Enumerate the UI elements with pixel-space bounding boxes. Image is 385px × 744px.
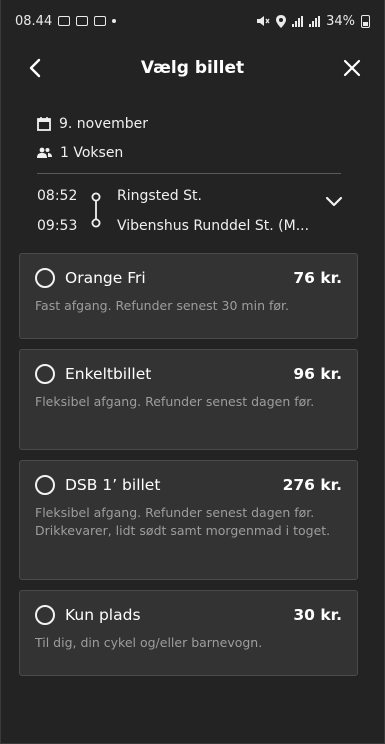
signal-icon — [292, 15, 304, 27]
ticket-title-group: Kun plads — [35, 605, 141, 625]
trip-date: 9. november — [37, 116, 148, 132]
chevron-left-icon — [29, 58, 41, 78]
close-button[interactable] — [336, 52, 368, 84]
ticket-price: 76 kr. — [293, 269, 342, 287]
ticket-name: Enkeltbillet — [65, 365, 152, 383]
header: Vælg billet — [1, 46, 384, 90]
ticket-header: Kun plads 30 kr. — [35, 605, 342, 625]
ticket-name: Orange Fri — [65, 269, 146, 287]
trip-passengers: 1 Voksen — [37, 145, 123, 161]
ticket-radio[interactable] — [35, 605, 55, 625]
ticket-radio[interactable] — [35, 268, 55, 288]
divider — [37, 173, 341, 174]
route-line-icon — [91, 192, 101, 228]
status-time: 08.44 — [15, 13, 53, 29]
message-notification-icon — [76, 16, 89, 26]
mail-notification-icon — [94, 16, 107, 26]
ticket-radio[interactable] — [35, 364, 55, 384]
ticket-description: Fleksibel afgang. Refunder senest dagen … — [35, 394, 315, 409]
ticket-title-group: DSB 1’ billet — [35, 475, 160, 495]
ticket-option-enkeltbillet[interactable]: Enkeltbillet 96 kr. Fleksibel afgang. Re… — [19, 349, 358, 450]
ticket-description: Til dig, din cykel og/eller barnevogn. — [35, 635, 263, 650]
ticket-price: 30 kr. — [293, 606, 342, 624]
departure-time: 08:52 — [37, 188, 78, 204]
departure-station: Ringsted St. — [117, 188, 202, 204]
close-icon — [343, 59, 361, 77]
trip-date-label: 9. november — [59, 116, 149, 132]
ticket-option-kun-plads[interactable]: Kun plads 30 kr. Til dig, din cykel og/e… — [19, 590, 358, 676]
ticket-option-dsb-1-billet[interactable]: DSB 1’ billet 276 kr. Fleksibel afgang. … — [19, 460, 358, 580]
ticket-radio[interactable] — [35, 475, 55, 495]
ticket-price: 276 kr. — [282, 476, 342, 494]
trip-passengers-label: 1 Voksen — [60, 145, 124, 161]
status-bar: 08.44 34% — [1, 0, 384, 42]
ticket-description: Fast afgang. Refunder senest 30 min før. — [35, 298, 289, 313]
ticket-name: DSB 1’ billet — [65, 476, 161, 494]
location-icon — [276, 14, 287, 28]
back-button[interactable] — [19, 52, 51, 84]
chevron-down-icon — [325, 196, 343, 207]
ticket-title-group: Orange Fri — [35, 268, 146, 288]
ticket-description: Fleksibel afgang. Refunder senest dagen … — [35, 505, 331, 538]
ticket-header: Enkeltbillet 96 kr. — [35, 364, 342, 384]
calendar-icon — [37, 117, 51, 131]
battery-percent: 34% — [326, 13, 355, 29]
ticket-name: Kun plads — [65, 606, 141, 624]
arrival-station: Vibenshus Runddel St. (M... — [117, 218, 310, 234]
route-summary[interactable]: 08:52 09:53 Ringsted St. Vibenshus Rundd… — [37, 183, 347, 243]
people-icon — [37, 147, 52, 158]
battery-icon — [361, 14, 370, 28]
signal-icon-2 — [309, 15, 321, 27]
ticket-option-orange-fri[interactable]: Orange Fri 76 kr. Fast afgang. Refunder … — [19, 253, 358, 339]
ticket-header: Orange Fri 76 kr. — [35, 268, 342, 288]
ticket-price: 96 kr. — [293, 365, 342, 383]
ticket-header: DSB 1’ billet 276 kr. — [35, 475, 342, 495]
status-left: 08.44 — [15, 13, 117, 29]
expand-route-button[interactable] — [321, 191, 347, 213]
status-right: 34% — [256, 14, 370, 29]
photo-notification-icon — [58, 16, 71, 26]
ticket-selection-screen: 08.44 34% Vælg billet 9. november 1 Voks… — [0, 0, 385, 744]
arrival-time: 09:53 — [37, 218, 78, 234]
mute-icon — [257, 16, 270, 26]
ticket-title-group: Enkeltbillet — [35, 364, 151, 384]
more-notifications-icon — [112, 19, 117, 23]
page-title: Vælg billet — [140, 58, 245, 78]
